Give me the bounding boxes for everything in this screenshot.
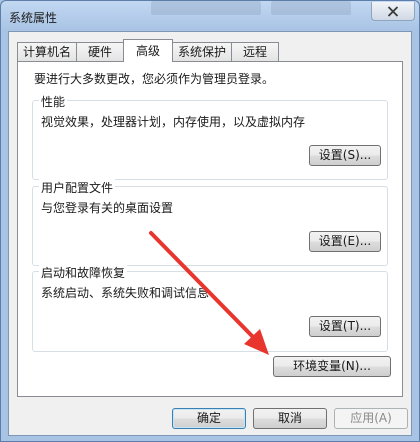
title-bar[interactable]: 系统属性 <box>1 1 419 31</box>
close-icon <box>387 5 399 17</box>
blurred-background-strip <box>151 1 261 15</box>
performance-group: 性能 视觉效果，处理器计划，内存使用，以及虚拟内存 设置(S)... <box>32 93 388 180</box>
startup-recovery-group: 启动和故障恢复 系统启动、系统失败和调试信息 设置(T)... <box>32 264 388 352</box>
admin-notice: 要进行大多数更改，您必须作为管理员登录。 <box>34 72 275 86</box>
environment-variables-button[interactable]: 环境变量(N)... <box>273 356 391 377</box>
tab-advanced[interactable]: 高级 <box>123 39 173 62</box>
system-properties-window: 系统属性 计算机名 硬件 高级 系统保护 远程 要进行大多数更改，您必须作为管理… <box>0 0 420 442</box>
tab-system-protection[interactable]: 系统保护 <box>172 42 232 61</box>
blurred-background-strip <box>271 1 351 15</box>
user-profiles-settings-button[interactable]: 设置(E)... <box>309 231 381 252</box>
startup-recovery-group-label: 启动和故障恢复 <box>39 264 128 281</box>
user-profiles-description: 与您登录有关的桌面设置 <box>41 201 174 215</box>
tab-computer-name[interactable]: 计算机名 <box>17 42 77 61</box>
user-profiles-group-label: 用户配置文件 <box>39 179 116 196</box>
startup-recovery-description: 系统启动、系统失败和调试信息 <box>41 286 210 300</box>
performance-group-label: 性能 <box>39 93 68 110</box>
cancel-button[interactable]: 取消 <box>253 408 327 429</box>
window-title: 系统属性 <box>9 11 58 25</box>
ok-button[interactable]: 确定 <box>172 408 246 429</box>
close-button[interactable] <box>371 2 415 21</box>
tab-remote[interactable]: 远程 <box>231 42 279 61</box>
startup-recovery-settings-button[interactable]: 设置(T)... <box>309 316 381 337</box>
user-profiles-group: 用户配置文件 与您登录有关的桌面设置 设置(E)... <box>32 179 388 266</box>
advanced-tab-panel: 要进行大多数更改，您必须作为管理员登录。 性能 视觉效果，处理器计划，内存使用，… <box>17 61 403 397</box>
apply-button[interactable]: 应用(A) <box>334 408 408 429</box>
performance-settings-button[interactable]: 设置(S)... <box>309 145 381 166</box>
dialog-client-area: 计算机名 硬件 高级 系统保护 远程 要进行大多数更改，您必须作为管理员登录。 … <box>8 31 412 436</box>
performance-description: 视觉效果，处理器计划，内存使用，以及虚拟内存 <box>41 115 306 129</box>
tab-hardware[interactable]: 硬件 <box>76 42 124 61</box>
